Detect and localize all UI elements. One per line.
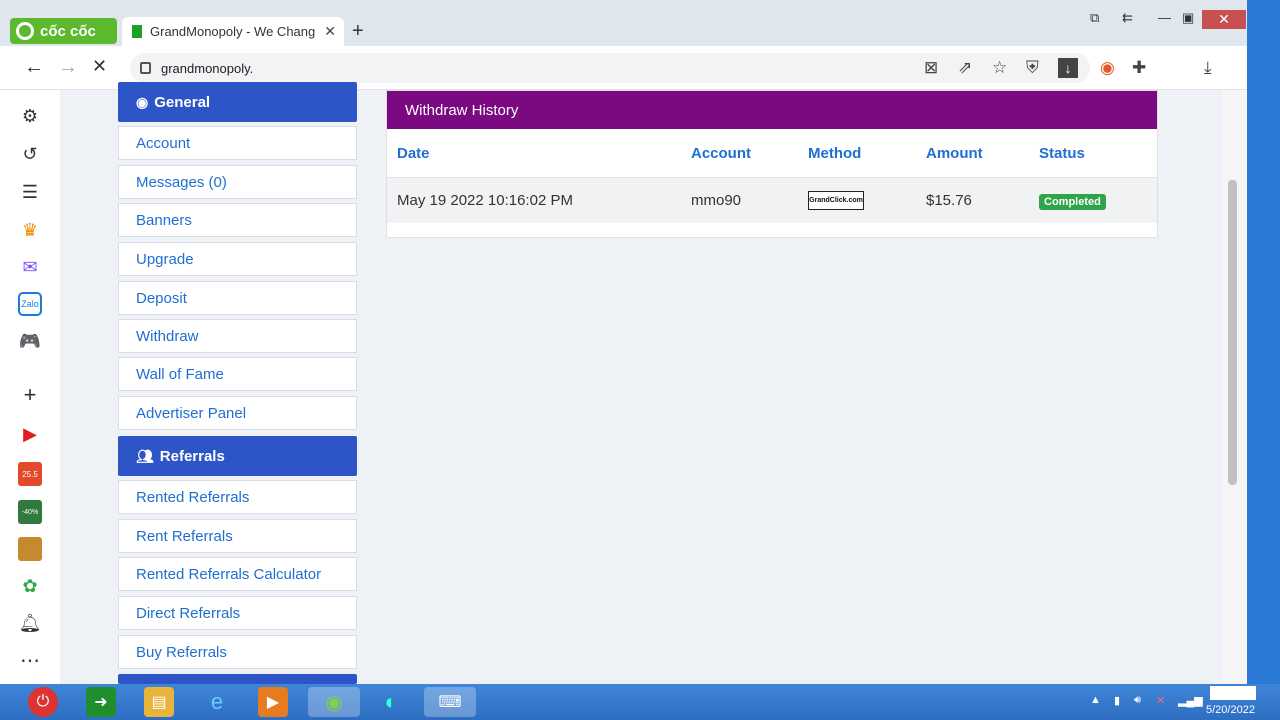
download-extension-icon[interactable]: ↓ — [1058, 58, 1078, 78]
menu-header-next — [118, 674, 357, 684]
col-account: Account — [691, 145, 751, 162]
game-thumbnail-icon[interactable] — [18, 537, 42, 561]
menu-item-withdraw[interactable]: Withdraw — [118, 319, 357, 353]
game-controller-icon[interactable]: 🎮 — [18, 329, 42, 353]
show-hidden-icons[interactable]: ▲ — [1090, 694, 1101, 706]
media-player-icon[interactable]: ▶ — [258, 687, 288, 717]
add-app-icon[interactable]: + — [18, 382, 42, 407]
coccoc-logo[interactable]: cốc cốc — [10, 18, 117, 44]
signal-icon[interactable]: ▂▄▆ — [1178, 694, 1203, 707]
bookmark-star-icon[interactable]: ☆ — [992, 58, 1007, 78]
notification-bell-icon[interactable]: 🔔︎ — [18, 611, 42, 635]
browser-tab[interactable]: GrandMonopoly - We Chang ✕ — [122, 17, 344, 46]
clock-time-redacted — [1210, 686, 1256, 700]
menu-item-deposit[interactable]: Deposit — [118, 281, 357, 315]
menu-item-rent-referrals[interactable]: Rent Referrals — [118, 519, 357, 553]
scrollbar-thumb[interactable] — [1228, 180, 1237, 485]
page-scrollbar[interactable] — [1222, 90, 1247, 684]
menu-item-account[interactable]: Account — [118, 126, 357, 160]
menu-item-banners[interactable]: Banners — [118, 203, 357, 237]
history-icon[interactable]: ↺ — [18, 142, 42, 166]
settings-icon[interactable]: ⚙ — [18, 104, 42, 128]
coccoc-extension-icon[interactable]: ◉ — [1100, 58, 1115, 78]
menu-item-advertiser-panel[interactable]: Advertiser Panel — [118, 396, 357, 430]
status-badge: Completed — [1039, 194, 1106, 210]
menu-item-wall-of-fame[interactable]: Wall of Fame — [118, 357, 357, 391]
menu-item-messages[interactable]: Messages (0) — [118, 165, 357, 199]
apple-promo-icon[interactable]: -40% — [18, 500, 42, 524]
crown-icon[interactable]: ♛ — [18, 218, 42, 242]
url-input[interactable]: grandmonopoly. — [130, 53, 1090, 83]
tab-title: GrandMonopoly - We Chang — [150, 24, 316, 39]
network-error-icon[interactable]: ✕ — [1156, 694, 1165, 707]
cell-date: May 19 2022 10:16:02 PM — [397, 192, 573, 209]
battery-icon[interactable]: ▮ — [1114, 694, 1120, 707]
edge-icon[interactable]: ◐ — [376, 687, 406, 717]
coccoc-taskbar-icon[interactable]: ◉ — [308, 687, 360, 717]
coccoc-icon — [16, 22, 34, 40]
zalo-icon[interactable]: Zalo — [18, 292, 42, 316]
menu-item-buy-referrals[interactable]: Buy Referrals — [118, 635, 357, 669]
favicon-icon — [132, 25, 142, 38]
title-bar: cốc cốc GrandMonopoly - We Chang ✕ + ⧉ ⇇… — [0, 0, 1247, 46]
youtube-icon[interactable]: ▶ — [18, 422, 42, 446]
col-amount: Amount — [926, 145, 983, 162]
sale-badge-icon[interactable]: 25.5 — [18, 462, 42, 486]
menu-header-general: ◉ General — [118, 82, 357, 122]
stop-loading-icon[interactable]: ✕ — [92, 56, 107, 77]
extensions-icon[interactable]: ✚ — [1132, 58, 1146, 78]
menu-item-direct-referrals[interactable]: Direct Referrals — [118, 596, 357, 630]
coccoc-taskbar-glyph: ◉ — [325, 691, 343, 714]
browser-window: cốc cốc GrandMonopoly - We Chang ✕ + ⧉ ⇇… — [0, 0, 1247, 684]
new-tab-button[interactable]: + — [352, 20, 364, 43]
coccoc-green-icon[interactable]: ✿ — [18, 574, 42, 598]
screenshot-icon[interactable]: ⧉ — [1090, 10, 1099, 26]
downloads-icon[interactable]: ⤓ — [1204, 58, 1212, 78]
volume-icon[interactable]: 🔊︎ — [1134, 694, 1141, 707]
lock-icon — [140, 62, 151, 74]
general-header-label: General — [154, 93, 211, 111]
internet-explorer-icon[interactable]: e — [202, 687, 232, 717]
close-window-button[interactable]: ✕ — [1202, 10, 1246, 29]
url-text: grandmonopoly. — [161, 60, 254, 76]
method-logo: GrandClick.com — [808, 191, 864, 210]
share-icon[interactable]: ⇗ — [958, 58, 972, 78]
apple-promo-text: -40% — [21, 508, 39, 516]
file-explorer-icon[interactable]: ▤ — [144, 687, 174, 717]
clock-date[interactable]: 5/20/2022 — [1206, 704, 1255, 716]
col-status: Status — [1039, 145, 1085, 162]
onscreen-keyboard-icon[interactable]: ⌨ — [424, 687, 476, 717]
maximize-button[interactable]: ▣ — [1182, 10, 1194, 26]
forward-icon[interactable]: → — [58, 56, 78, 79]
brand-label: cốc cốc — [40, 22, 96, 40]
taskbar: ⏻ ➜ ▤ e ▶ ◉ ◐ ⌨ ▲ ▮ 🔊︎ ✕ ▂▄▆ — [0, 684, 1280, 720]
keyboard-glyph: ⌨ — [438, 694, 462, 711]
globe-icon: ◉ — [136, 93, 149, 110]
browser-sidebar: ⚙ ↺ ☰ ♛ ✉ Zalo 🎮 + ▶ 25.5 -40% ✿ 🔔︎ ⋯ — [0, 90, 60, 684]
menu-item-rented-referrals[interactable]: Rented Referrals — [118, 480, 357, 514]
tab-close-icon[interactable]: ✕ — [324, 23, 336, 40]
back-history-icon[interactable]: ⇇ — [1122, 10, 1133, 26]
withdraw-history-title: Withdraw History — [387, 91, 1157, 129]
referrals-header-label: Referrals — [159, 447, 225, 465]
back-icon[interactable]: ← — [24, 56, 44, 79]
menu-item-upgrade[interactable]: Upgrade — [118, 242, 357, 276]
messenger-icon[interactable]: ✉ — [18, 255, 42, 279]
minimize-button[interactable]: — — [1158, 10, 1171, 25]
adblock-icon[interactable]: ⛨ — [1026, 58, 1039, 78]
menu-item-rented-referrals-calculator[interactable]: Rented Referrals Calculator — [118, 557, 357, 591]
col-date: Date — [397, 145, 430, 162]
menu-header-referrals: 👥︎ Referrals — [118, 436, 357, 476]
power-icon[interactable]: ⏻ — [28, 687, 58, 717]
cell-account: mmo90 — [691, 192, 742, 209]
col-method: Method — [808, 145, 862, 162]
users-icon: 👥︎ — [136, 447, 154, 464]
logout-arrow-icon[interactable]: ➜ — [86, 687, 116, 717]
more-icon[interactable]: ⋯ — [18, 648, 42, 672]
reading-list-icon[interactable]: ☰ — [18, 180, 42, 204]
withdraw-history-panel: Withdraw History Date Account Method Amo… — [386, 90, 1158, 238]
translate-icon[interactable]: ⊠ — [924, 58, 938, 78]
cell-amount: $15.76 — [926, 192, 972, 209]
sale-badge-text: 25.5 — [22, 469, 38, 479]
